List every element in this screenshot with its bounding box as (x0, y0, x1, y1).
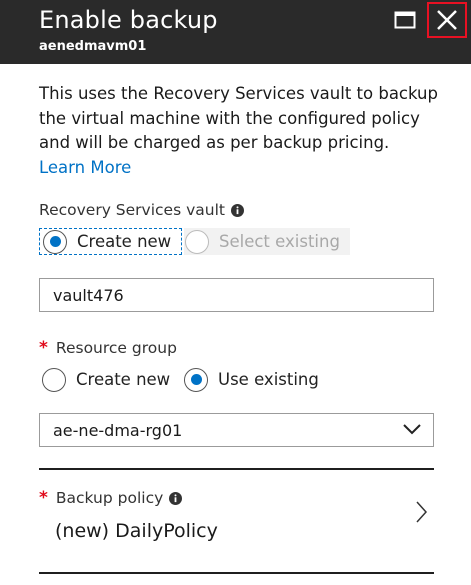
rg-create-new-radio[interactable]: Create new (42, 366, 170, 393)
resource-group-value: ae-ne-dma-rg01 (53, 420, 183, 440)
blade-header: Enable backup aenedmavm01 (0, 0, 471, 64)
divider (39, 468, 434, 470)
vault-select-existing-radio[interactable]: Select existing (184, 228, 350, 255)
description: This uses the Recovery Services vault to… (39, 82, 439, 180)
backup-policy-value: (new) DailyPolicy (55, 520, 218, 542)
vault-name-input[interactable] (39, 278, 434, 312)
maximize-button[interactable] (390, 6, 420, 34)
radio-checked-icon (43, 229, 67, 254)
resource-group-label: Resource group (55, 339, 177, 357)
backup-policy-row[interactable]: * Backup policy (new) DailyPolicy (39, 472, 434, 572)
radio-unchecked-icon (185, 229, 209, 254)
required-marker: * (39, 488, 48, 508)
maximize-icon (394, 11, 416, 29)
close-button[interactable] (427, 2, 467, 38)
blade-subtitle: aenedmavm01 (39, 39, 147, 54)
learn-more-link[interactable]: Learn More (39, 156, 439, 181)
vault-select-existing-label: Select existing (219, 232, 340, 251)
close-icon (437, 10, 457, 30)
rg-use-existing-label: Use existing (218, 370, 319, 389)
vault-create-new-radio[interactable]: Create new (39, 228, 182, 255)
resource-group-select[interactable]: ae-ne-dma-rg01 (39, 413, 434, 447)
description-text: This uses the Recovery Services vault to… (39, 84, 438, 152)
chevron-right-icon (415, 500, 427, 524)
vault-label-row: Recovery Services vault (39, 201, 244, 219)
backup-policy-label: Backup policy (55, 489, 164, 507)
blade-title: Enable backup (39, 6, 218, 34)
vault-create-new-label: Create new (77, 232, 172, 251)
rg-use-existing-radio[interactable]: Use existing (184, 366, 319, 393)
info-icon[interactable] (230, 203, 244, 217)
chevron-down-icon (403, 423, 421, 435)
backup-policy-label-row: * Backup policy (39, 488, 183, 508)
radio-unchecked-icon (42, 367, 66, 392)
vault-label: Recovery Services vault (39, 201, 225, 219)
info-icon[interactable] (169, 491, 183, 505)
divider (39, 572, 434, 574)
resource-group-label-row: * Resource group (39, 338, 177, 358)
rg-create-new-label: Create new (76, 370, 171, 389)
radio-checked-icon (184, 367, 208, 392)
required-marker: * (39, 338, 48, 358)
